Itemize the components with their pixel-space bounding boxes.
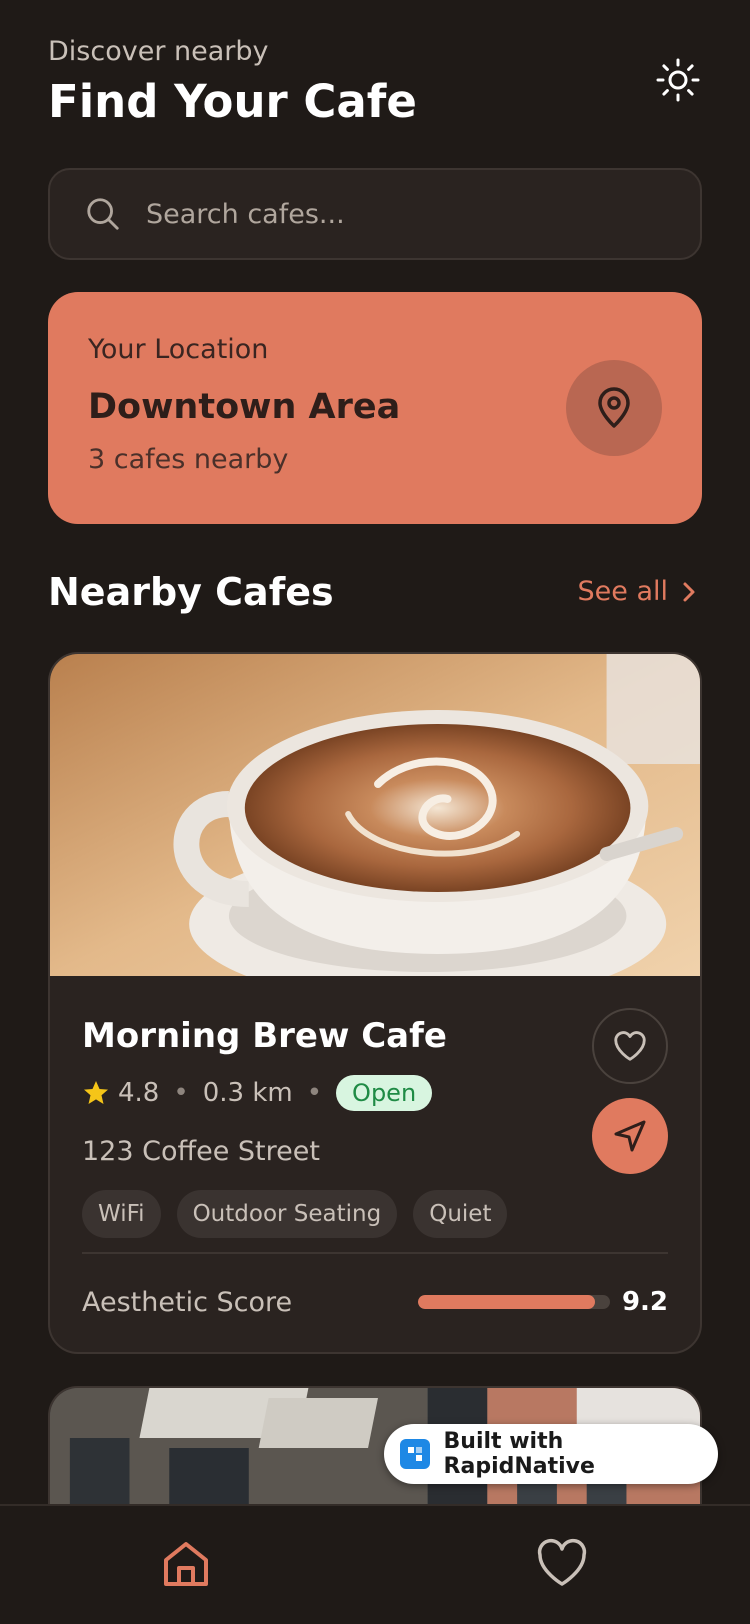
cafe-rating: 4.8: [118, 1078, 160, 1108]
map-pin-icon: [598, 387, 630, 428]
cafe-distance: 0.3 km: [202, 1078, 293, 1108]
directions-button[interactable]: [592, 1098, 668, 1174]
heart-icon: [537, 1538, 587, 1586]
chevron-right-icon: [683, 582, 695, 602]
see-all-link[interactable]: See all: [578, 572, 703, 612]
navigation-arrow-icon: [614, 1120, 646, 1152]
cafe-tags: WiFi Outdoor Seating Quiet: [82, 1190, 668, 1238]
header-subtitle: Discover nearby: [48, 36, 269, 67]
tag-chip: Outdoor Seating: [176, 1190, 398, 1238]
score-label: Aesthetic Score: [82, 1286, 293, 1318]
separator-dot: •: [306, 1078, 323, 1108]
header: Discover nearby Find Your Cafe: [48, 34, 702, 134]
separator-dot: •: [173, 1078, 189, 1108]
tab-home[interactable]: [158, 1536, 218, 1596]
score-progress-bar: [418, 1295, 610, 1309]
built-with-badge[interactable]: Built with RapidNative: [384, 1424, 718, 1484]
page-title: Find Your Cafe: [48, 75, 417, 128]
search-bar[interactable]: [48, 168, 702, 260]
search-icon: [87, 198, 119, 230]
cafe-details: Morning Brew Cafe 4.8 • 0.3 km • Open 12…: [50, 976, 700, 1238]
cafe-photo-coffee-cup: [50, 654, 700, 976]
score-value: 9.2: [621, 1287, 668, 1317]
tag-chip: WiFi: [82, 1190, 161, 1238]
star-icon: [84, 1081, 108, 1104]
score-progress-fill: [418, 1295, 595, 1309]
location-card[interactable]: Your Location Downtown Area 3 cafes near…: [48, 292, 702, 524]
tag-chip: Quiet: [413, 1190, 508, 1238]
divider: [82, 1252, 668, 1254]
nearby-section-header: Nearby Cafes See all: [48, 566, 702, 618]
cafe-name: Morning Brew Cafe: [82, 1016, 447, 1056]
search-input[interactable]: [146, 198, 646, 230]
aesthetic-score-row: Aesthetic Score 9.2: [82, 1282, 668, 1322]
theme-toggle-button[interactable]: [654, 56, 702, 104]
favorite-button[interactable]: [592, 1008, 668, 1084]
built-with-label: Built with RapidNative: [443, 1429, 595, 1479]
sun-icon: [656, 58, 700, 102]
location-cafe-count: 3 cafes nearby: [88, 444, 289, 475]
cafe-card[interactable]: Morning Brew Cafe 4.8 • 0.3 km • Open 12…: [48, 652, 702, 1354]
tab-favorites[interactable]: [534, 1536, 594, 1596]
location-pin-button[interactable]: [566, 360, 662, 456]
heart-icon: [614, 1031, 646, 1061]
status-badge: Open: [336, 1075, 433, 1111]
see-all-label: See all: [577, 576, 669, 607]
rapidnative-logo-icon: [400, 1439, 430, 1469]
cafe-meta: 4.8 • 0.3 km • Open: [82, 1072, 668, 1114]
home-icon: [164, 1542, 208, 1586]
cafe-address: 123 Coffee Street: [82, 1136, 320, 1167]
location-label: Your Location: [88, 334, 269, 365]
bottom-tab-bar: [0, 1504, 750, 1624]
